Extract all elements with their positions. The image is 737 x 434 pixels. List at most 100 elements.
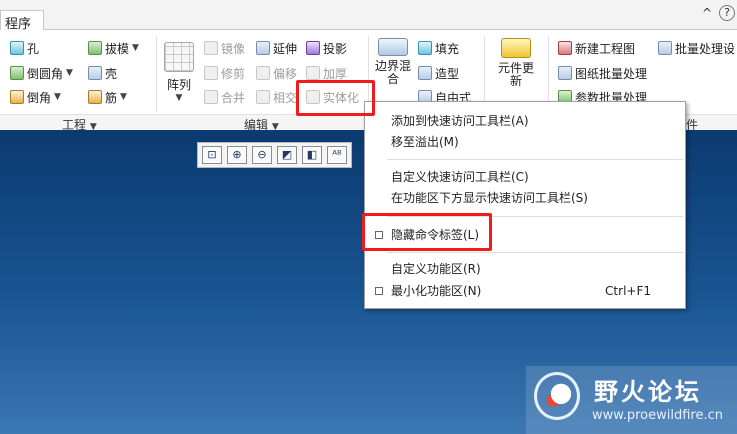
trim-tool[interactable]: 修剪 <box>204 63 245 83</box>
menu-item-minimize-ribbon[interactable]: 最小化功能区(N) Ctrl+F1 <box>365 282 685 300</box>
shell-icon <box>88 66 102 80</box>
tab-program[interactable]: 程序 <box>0 10 44 32</box>
group-engineering-label: 工程 <box>62 118 87 132</box>
new-drawing-tool[interactable]: 新建工程图 <box>558 38 635 58</box>
draft-icon <box>88 41 102 55</box>
mirror-icon <box>204 41 218 55</box>
project-icon <box>306 41 320 55</box>
puzzle-icon <box>501 38 531 58</box>
batch-process-tool[interactable]: 批量处理设 <box>658 38 737 58</box>
rib-tool[interactable]: 筋 ▼ <box>88 87 127 107</box>
drawing-icon <box>558 41 572 55</box>
menu-item-label: 自定义功能区(R) <box>391 262 481 276</box>
hole-tool[interactable]: 孔 <box>10 38 39 58</box>
chamfer-label: 倒角 <box>27 90 52 105</box>
round-tool[interactable]: 倒圆角 ▼ <box>10 63 73 83</box>
zoom-in-icon[interactable]: ⊕ <box>227 146 247 164</box>
menu-item-label: 移至溢出(M) <box>391 135 459 149</box>
menu-item-label: 最小化功能区(N) <box>391 284 482 298</box>
new-drawing-label: 新建工程图 <box>575 41 636 56</box>
thicken-label: 加厚 <box>323 66 348 81</box>
chevron-down-icon[interactable]: ▼ <box>54 92 61 102</box>
draft-tool[interactable]: 拔模 ▼ <box>88 38 139 58</box>
batch-process-label: 批量处理设 <box>675 41 736 56</box>
watermark-title: 野火论坛 <box>594 378 702 406</box>
repaint-icon[interactable]: ◩ <box>277 146 297 164</box>
boundary-blend-label: 边界混合 <box>374 59 411 86</box>
chevron-down-icon: ▼ <box>175 93 183 103</box>
menu-item-customize-quick-access[interactable]: 自定义快速访问工具栏(C) <box>365 168 685 186</box>
highlight-solidify <box>296 80 375 116</box>
group-divider <box>156 36 157 112</box>
rib-icon <box>88 90 102 104</box>
rib-label: 筋 <box>105 90 118 105</box>
style-label: 造型 <box>435 66 460 81</box>
refit-icon[interactable]: ⊡ <box>202 146 222 164</box>
extend-icon <box>256 41 270 55</box>
menu-item-label: 在功能区下方显示快速访问工具栏(S) <box>391 191 588 205</box>
pattern-label: 阵列 <box>166 78 191 92</box>
pattern-button[interactable]: 阵列 ▼ <box>162 42 196 103</box>
menu-separator <box>387 159 683 160</box>
thicken-icon <box>306 66 320 80</box>
intersect-tool[interactable]: 相交 <box>256 87 296 107</box>
hole-label: 孔 <box>27 41 40 56</box>
menu-item-shortcut: Ctrl+F1 <box>605 284 651 298</box>
shell-label: 壳 <box>105 66 118 81</box>
tab-strip: 程序 ^ ? <box>0 0 737 32</box>
project-label: 投影 <box>323 41 348 56</box>
round-icon <box>10 66 24 80</box>
zoom-out-icon[interactable]: ⊖ <box>252 146 272 164</box>
trim-icon <box>204 66 218 80</box>
intersect-label: 相交 <box>273 90 296 105</box>
menu-separator <box>387 252 683 253</box>
help-icon[interactable]: ? <box>719 5 735 21</box>
chevron-down-icon[interactable]: ▼ <box>132 43 139 53</box>
menu-item-move-to-overflow[interactable]: 移至溢出(M) <box>365 133 685 151</box>
hole-icon <box>10 41 24 55</box>
draft-label: 拔模 <box>105 41 130 56</box>
trim-label: 修剪 <box>221 66 246 81</box>
group-editing-label: 编辑 <box>244 118 269 132</box>
context-menu: 添加到快速访问工具栏(A) 移至溢出(M) 自定义快速访问工具栏(C) 在功能区… <box>364 101 686 309</box>
style-icon <box>418 66 432 80</box>
mirror-tool[interactable]: 镜像 <box>204 38 245 58</box>
orient-icon[interactable]: ◧ <box>302 146 322 164</box>
extend-label: 延伸 <box>273 41 298 56</box>
shell-tool[interactable]: 壳 <box>88 63 117 83</box>
chevron-down-icon[interactable]: ▼ <box>66 68 73 78</box>
menu-item-customize-ribbon[interactable]: 自定义功能区(R) <box>365 260 685 278</box>
merge-tool[interactable]: 合并 <box>204 87 245 107</box>
watermark: 野火论坛 www.proewildfire.cn <box>526 366 737 434</box>
fill-tool[interactable]: 填充 <box>418 38 459 58</box>
collapse-ribbon-icon[interactable]: ^ <box>702 6 712 20</box>
pattern-icon <box>164 42 194 72</box>
drawing-batch-label: 图纸批量处理 <box>575 66 648 81</box>
fill-icon <box>418 41 432 55</box>
extend-tool[interactable]: 延伸 <box>256 38 297 58</box>
annotation-icon[interactable]: ᴬᴮ <box>327 146 347 164</box>
printer-icon <box>558 66 572 80</box>
gear-icon <box>658 41 672 55</box>
chevron-down-icon[interactable]: ▼ <box>120 92 127 102</box>
highlight-hide-labels <box>362 213 492 251</box>
mirror-label: 镜像 <box>221 41 246 56</box>
offset-label: 偏移 <box>273 66 298 81</box>
boundary-blend-icon <box>378 38 408 56</box>
component-update-button[interactable]: 元件更新 <box>496 38 536 88</box>
intersect-icon <box>256 90 270 104</box>
view-toolbar: ⊡ ⊕ ⊖ ◩ ◧ ᴬᴮ <box>197 142 352 168</box>
flame-logo-icon <box>534 372 580 420</box>
watermark-url: www.proewildfire.cn <box>592 408 723 423</box>
chamfer-tool[interactable]: 倒角 ▼ <box>10 87 61 107</box>
boundary-blend-button[interactable]: 边界混合 <box>374 38 412 86</box>
drawing-batch-tool[interactable]: 图纸批量处理 <box>558 63 647 83</box>
offset-tool[interactable]: 偏移 <box>256 63 297 83</box>
offset-icon <box>256 66 270 80</box>
chamfer-icon <box>10 90 24 104</box>
component-update-label: 元件更新 <box>497 61 534 88</box>
project-tool[interactable]: 投影 <box>306 38 347 58</box>
menu-item-add-to-quick-access[interactable]: 添加到快速访问工具栏(A) <box>365 112 685 130</box>
menu-item-show-quick-access-below[interactable]: 在功能区下方显示快速访问工具栏(S) <box>365 189 685 207</box>
style-tool[interactable]: 造型 <box>418 63 459 83</box>
